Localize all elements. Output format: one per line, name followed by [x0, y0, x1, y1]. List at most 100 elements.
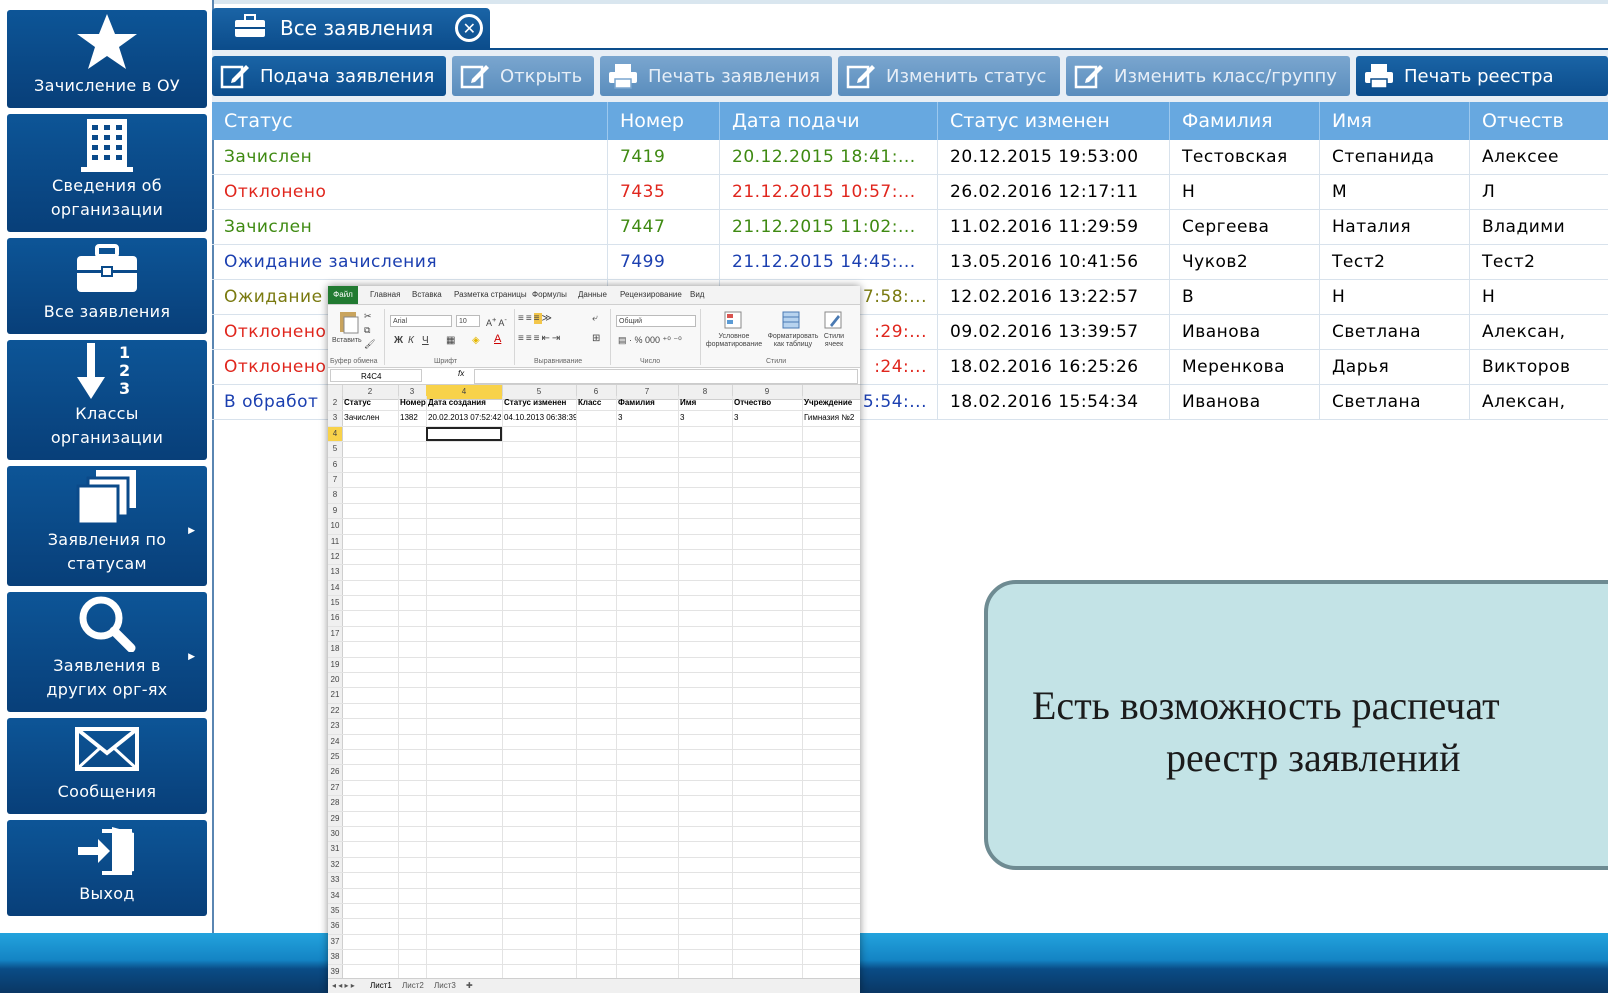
- row-number[interactable]: 23: [328, 719, 343, 734]
- change-class-button[interactable]: Изменить класс/группу: [1066, 56, 1350, 96]
- row-number[interactable]: 4: [328, 426, 343, 442]
- excel-tab-review[interactable]: Рецензирование: [620, 290, 682, 299]
- name-box[interactable]: R4C4: [330, 369, 422, 382]
- sidebar-item-classes[interactable]: 1 2 3 Классы организации: [7, 340, 207, 460]
- row-number[interactable]: 24: [328, 734, 343, 749]
- sheet-cell[interactable]: Класс: [576, 396, 616, 410]
- row-number[interactable]: 29: [328, 811, 343, 826]
- sheet-cell[interactable]: 20.02.2013 07:52:42: [426, 411, 502, 425]
- sheet-tab-1[interactable]: Лист1: [370, 981, 392, 990]
- sheet-cell[interactable]: 1382: [398, 411, 426, 425]
- row-number[interactable]: 25: [328, 749, 343, 765]
- font-size-select[interactable]: 10: [456, 315, 480, 327]
- row-number[interactable]: 22: [328, 703, 343, 719]
- row-number[interactable]: 15: [328, 596, 343, 611]
- sheet-cell[interactable]: Фамилия: [616, 396, 678, 410]
- row-number[interactable]: 20: [328, 673, 343, 688]
- row-number[interactable]: 9: [328, 503, 343, 519]
- paste-button[interactable]: Вставить: [332, 337, 362, 344]
- sidebar-item-messages[interactable]: Сообщения: [7, 718, 207, 814]
- row-number[interactable]: 7: [328, 472, 343, 488]
- excel-tab-data[interactable]: Данные: [578, 290, 607, 299]
- italic-icon[interactable]: К: [408, 335, 414, 346]
- row-number[interactable]: 3: [328, 411, 343, 426]
- vertical-align-icons[interactable]: ≡≡≡≫: [518, 313, 554, 324]
- sheet-cell[interactable]: Статус: [342, 396, 398, 410]
- row-number[interactable]: 14: [328, 580, 343, 596]
- row-number[interactable]: 27: [328, 780, 343, 796]
- row-number[interactable]: 37: [328, 934, 343, 950]
- row-number[interactable]: 8: [328, 488, 343, 503]
- sidebar-item-org-info[interactable]: Сведения об организации: [7, 114, 207, 232]
- format-table-button[interactable]: Форматировать как таблицу: [764, 333, 822, 349]
- column-header-number[interactable]: Номер: [608, 102, 720, 140]
- table-row[interactable]: Зачислен 7419 20.12.2015 18:41:... 20.12.20…: [212, 140, 1608, 175]
- tab-all-applications[interactable]: Все заявления ✕: [212, 8, 490, 48]
- row-number[interactable]: 10: [328, 519, 343, 534]
- row-number[interactable]: 28: [328, 796, 343, 811]
- row-number[interactable]: 12: [328, 549, 343, 565]
- fx-icon[interactable]: fx: [458, 369, 464, 378]
- formula-input[interactable]: [474, 369, 858, 384]
- row-number[interactable]: 31: [328, 842, 343, 857]
- bold-icon[interactable]: Ж: [394, 335, 403, 346]
- row-number[interactable]: 34: [328, 888, 343, 903]
- row-number[interactable]: 33: [328, 873, 343, 888]
- sheet-cell[interactable]: 3: [678, 411, 732, 425]
- column-header-firstname[interactable]: Имя: [1320, 102, 1470, 140]
- fill-color-icon[interactable]: ◈: [472, 335, 480, 346]
- excel-tab-file[interactable]: Файл: [328, 286, 358, 304]
- sheet-cell[interactable]: Гимназия №2: [802, 411, 860, 425]
- open-button[interactable]: Открыть: [452, 56, 594, 96]
- print-application-button[interactable]: Печать заявления: [600, 56, 832, 96]
- borders-icon[interactable]: ▦: [446, 335, 455, 346]
- add-sheet-icon[interactable]: ✚: [466, 981, 473, 990]
- row-number[interactable]: 19: [328, 657, 343, 673]
- sheet-cell[interactable]: 3: [616, 411, 678, 425]
- column-header-middlename[interactable]: Отчеств: [1470, 102, 1608, 140]
- excel-tab-insert[interactable]: Вставка: [412, 290, 442, 299]
- copy-icon[interactable]: ⧉: [364, 325, 370, 336]
- grow-font-icon[interactable]: A+ A-: [486, 315, 507, 328]
- column-header-changed[interactable]: Статус изменен: [938, 102, 1170, 140]
- sheet-cell[interactable]: 3: [732, 411, 802, 425]
- row-number[interactable]: 16: [328, 611, 343, 626]
- font-color-icon[interactable]: A: [494, 333, 501, 345]
- conditional-format-button[interactable]: Условное форматирование: [700, 333, 768, 349]
- wrap-text-icon[interactable]: ⤶: [592, 313, 598, 324]
- cell-styles-icon[interactable]: [824, 311, 842, 331]
- sidebar-item-by-status[interactable]: Заявления по статусам ▶: [7, 466, 207, 586]
- column-header-date[interactable]: Дата подачи: [720, 102, 938, 140]
- close-icon[interactable]: ✕: [455, 14, 484, 42]
- row-number[interactable]: 5: [328, 442, 343, 457]
- row-number[interactable]: 13: [328, 565, 343, 580]
- row-number[interactable]: 36: [328, 919, 343, 934]
- change-status-button[interactable]: Изменить статус: [838, 56, 1060, 96]
- row-number[interactable]: 35: [328, 903, 343, 919]
- sheet-tab-2[interactable]: Лист2: [402, 981, 424, 990]
- conditional-format-icon[interactable]: [724, 311, 742, 331]
- merge-icon[interactable]: ⊞: [592, 333, 600, 344]
- underline-icon[interactable]: Ч: [422, 335, 429, 346]
- row-number[interactable]: 6: [328, 457, 343, 472]
- table-row[interactable]: Зачислен 7447 21.12.2015 11:02:... 11.02.20…: [212, 210, 1608, 245]
- column-header-lastname[interactable]: Фамилия: [1170, 102, 1320, 140]
- sheet-cell[interactable]: Дата создания: [426, 396, 502, 410]
- excel-tab-home[interactable]: Главная: [370, 290, 400, 299]
- row-number[interactable]: 21: [328, 688, 343, 703]
- cell-styles-button[interactable]: Стили ячеек: [820, 333, 848, 349]
- sidebar-item-enrollment[interactable]: Зачисление в ОУ: [7, 10, 207, 108]
- horizontal-align-icons[interactable]: ≡≡≡⇤⇥: [518, 333, 562, 344]
- sheet-cell[interactable]: [576, 411, 616, 425]
- sheet-cell[interactable]: Отчество: [732, 396, 802, 410]
- print-registry-button[interactable]: Печать реестра: [1356, 56, 1608, 96]
- submit-application-button[interactable]: Подача заявления: [212, 56, 446, 96]
- sheet-cell[interactable]: Зачислен: [342, 411, 398, 425]
- number-format-icons[interactable]: ▤ · % 000 ⁺⁰ ⁻⁰: [618, 335, 682, 346]
- cut-icon[interactable]: ✂: [364, 311, 372, 322]
- format-painter-icon[interactable]: 🖌: [364, 339, 375, 350]
- sheet-tab-3[interactable]: Лист3: [434, 981, 456, 990]
- sheet-cell[interactable]: Статус изменен: [502, 396, 576, 410]
- excel-tab-layout[interactable]: Разметка страницы: [454, 290, 527, 299]
- sheet-cell[interactable]: 04.10.2013 06:38:39: [502, 411, 576, 425]
